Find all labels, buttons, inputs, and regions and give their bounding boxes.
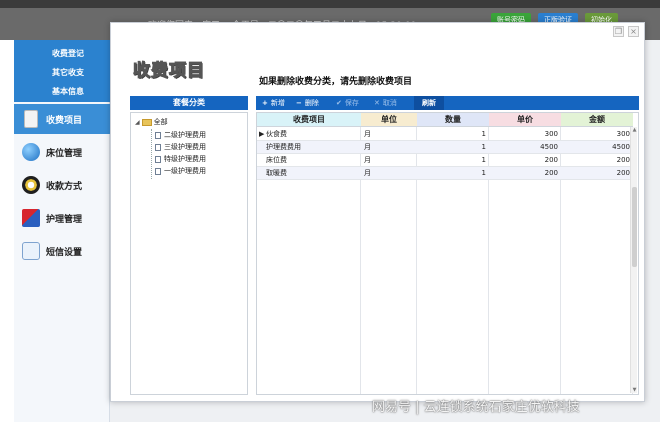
tree-connector	[151, 129, 152, 179]
add-button[interactable]: + 新增	[262, 96, 285, 110]
cell-fee-item[interactable]: 床位费	[266, 154, 360, 167]
delete-label: 删除	[304, 99, 319, 107]
cell-amount: 200	[616, 169, 630, 177]
sidebar-item-label: 收款方式	[46, 182, 83, 192]
cell-unit-price[interactable]: 200	[489, 154, 561, 167]
table-row[interactable]: 护理费费用 月 1 4500 4500	[257, 141, 633, 154]
table-row[interactable]: ▶ 伙食费 月 1 300 300	[257, 128, 633, 141]
cancel-button[interactable]: ✕ 取消	[374, 96, 397, 110]
watermark: 网易号 | 云连锁系统石家庄优软科技	[372, 400, 580, 415]
tree-item[interactable]: 特级护理费用	[155, 154, 206, 164]
cancel-label: 取消	[382, 99, 397, 107]
check-icon: ✔	[336, 99, 342, 107]
tree-item[interactable]: 二级护理费用	[155, 130, 206, 140]
cell-amount: 300	[616, 130, 630, 138]
sidebar-item-label: 短信设置	[46, 248, 83, 258]
column-header-fee-item[interactable]: 收费项目	[257, 113, 361, 127]
sidebar-item-payment-method[interactable]: 收款方式	[14, 170, 110, 200]
sidebar-item-label: 护理管理	[46, 215, 83, 225]
save-button[interactable]: ✔ 保存	[336, 96, 359, 110]
tree-item[interactable]: 一级护理费用	[155, 166, 206, 176]
column-header-amount[interactable]: 金额	[561, 113, 633, 127]
cell-amount: 200	[616, 156, 630, 164]
sidebar-link-other-income[interactable]: 其它收支	[52, 67, 84, 78]
tree-item-label: 三级护理费用	[164, 143, 206, 151]
tree-root-all[interactable]: ◢ 全部	[135, 117, 168, 127]
cell-unit[interactable]: 月	[364, 167, 416, 180]
dialog-title: 收费项目	[133, 61, 205, 82]
sidebar: 收费登记 其它收支 基本信息 收费项目 床位管理 收款方式 护理管理 短信设置	[14, 40, 110, 422]
column-header-unit[interactable]: 单位	[361, 113, 417, 127]
cell-quantity[interactable]: 1	[417, 167, 489, 180]
document-icon	[155, 155, 161, 163]
folder-icon	[141, 118, 152, 126]
cell-quantity[interactable]: 1	[417, 154, 489, 167]
cell-quantity[interactable]: 1	[417, 141, 489, 154]
cell-fee-item[interactable]: 伙食费	[266, 128, 360, 141]
sidebar-item-sms-settings[interactable]: 短信设置	[14, 236, 110, 266]
cross-icon: ✕	[374, 99, 380, 107]
scroll-down-icon[interactable]: ▼	[631, 387, 638, 393]
cell-unit[interactable]: 月	[364, 141, 416, 154]
tree-item-label: 二级护理费用	[164, 131, 206, 139]
fee-items-grid: 收费项目 单位 数量 单价 金额 ▶ 伙食费 月 1 300 300 护理费费用…	[256, 112, 639, 395]
browser-tab-strip	[0, 0, 660, 8]
column-header-quantity[interactable]: 数量	[417, 113, 489, 127]
document-icon	[155, 131, 161, 139]
cell-unit[interactable]: 月	[364, 154, 416, 167]
sidebar-item-nursing-management[interactable]: 护理管理	[14, 203, 110, 233]
delete-button[interactable]: − 删除	[296, 96, 319, 110]
document-icon	[155, 167, 161, 175]
tree-root-label: 全部	[153, 118, 168, 126]
sidebar-item-label: 收费项目	[46, 116, 83, 126]
scroll-up-icon[interactable]: ▲	[631, 127, 638, 133]
cell-unit-price[interactable]: 200	[489, 167, 561, 180]
category-panel-header: 套餐分类	[130, 96, 248, 110]
refresh-button[interactable]: 刷新	[414, 96, 444, 110]
cell-unit[interactable]: 月	[364, 128, 416, 141]
cell-fee-item[interactable]: 取暖费	[266, 167, 360, 180]
sms-settings-icon	[22, 242, 40, 260]
bed-management-icon	[22, 143, 40, 161]
category-tree: ◢ 全部 二级护理费用 三级护理费用 特级护理费用 一级护理费用	[130, 112, 248, 395]
restore-icon[interactable]: ❐	[613, 26, 624, 37]
add-label: 新增	[270, 99, 285, 107]
cell-unit-price[interactable]: 4500	[489, 141, 561, 154]
plus-icon: +	[262, 99, 268, 107]
minus-icon: −	[296, 99, 302, 107]
cell-amount: 4500	[612, 143, 630, 151]
sidebar-item-fee-items[interactable]: 收费项目	[14, 104, 110, 134]
table-row[interactable]: 取暖费 月 1 200 200	[257, 167, 633, 180]
sidebar-item-bed-management[interactable]: 床位管理	[14, 137, 110, 167]
tree-item-label: 一级护理费用	[164, 167, 206, 175]
delete-hint: 如果删除收费分类，请先删除收费项目	[259, 77, 413, 87]
vertical-scrollbar[interactable]: ▲ ▼	[630, 127, 637, 393]
current-row-indicator-icon: ▶	[259, 130, 265, 138]
sidebar-link-basic-info[interactable]: 基本信息	[52, 86, 84, 97]
payment-method-icon	[22, 176, 40, 194]
fee-items-dialog: ❐ × 收费项目 如果删除收费分类，请先删除收费项目 套餐分类 ◢ 全部 二级护理…	[110, 22, 645, 402]
tree-item-label: 特级护理费用	[164, 155, 206, 163]
close-icon[interactable]: ×	[628, 26, 639, 37]
cell-fee-item[interactable]: 护理费费用	[266, 141, 360, 154]
column-header-unit-price[interactable]: 单价	[489, 113, 561, 127]
table-row[interactable]: 床位费 月 1 200 200	[257, 154, 633, 167]
document-icon	[155, 143, 161, 151]
fee-items-icon	[24, 110, 38, 128]
grid-toolbar: + 新增 − 删除 ✔ 保存 ✕ 取消 刷新	[256, 96, 639, 110]
sidebar-links: 收费登记 其它收支 基本信息	[14, 40, 110, 102]
tree-item[interactable]: 三级护理费用	[155, 142, 206, 152]
collapse-arrow-icon[interactable]: ◢	[135, 119, 140, 126]
scrollbar-thumb[interactable]	[632, 187, 637, 267]
cell-quantity[interactable]: 1	[417, 128, 489, 141]
sidebar-link-fee-register[interactable]: 收费登记	[52, 48, 84, 59]
sidebar-item-label: 床位管理	[46, 149, 83, 159]
cell-unit-price[interactable]: 300	[489, 128, 561, 141]
nursing-management-icon	[22, 209, 40, 227]
save-label: 保存	[344, 99, 359, 107]
